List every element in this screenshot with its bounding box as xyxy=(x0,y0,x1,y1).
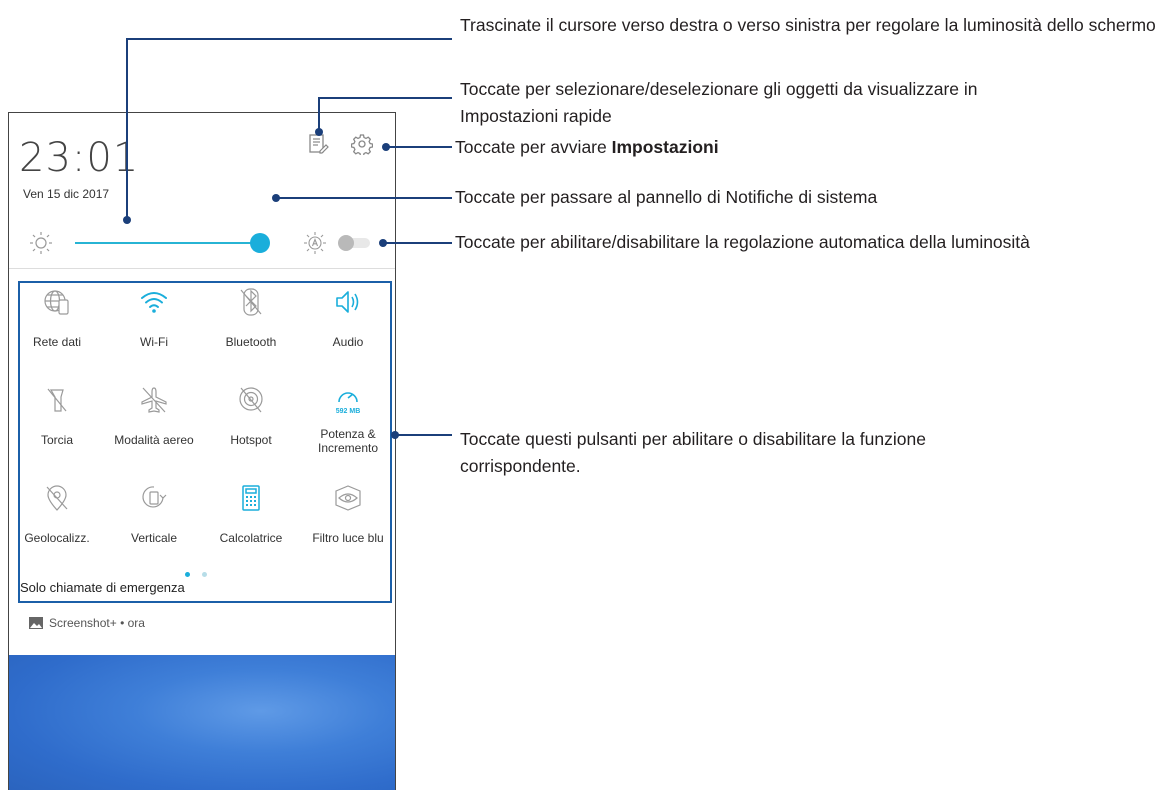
callout-line xyxy=(276,197,452,199)
airplane-off-icon xyxy=(141,387,167,413)
tile-label: Calcolatrice xyxy=(219,531,283,545)
tile-hotspot[interactable]: Hotspot xyxy=(203,385,299,447)
callout-settings-prefix: Toccate per avviare xyxy=(455,137,607,157)
callout-line xyxy=(318,97,320,131)
tile-label: Modalità aereo xyxy=(114,433,194,447)
callout-settings-bold: Impostazioni xyxy=(611,137,719,157)
callout-line xyxy=(383,242,452,244)
brightness-slider-track[interactable] xyxy=(75,242,260,244)
callout-line xyxy=(395,434,452,436)
page-dot-active[interactable] xyxy=(185,572,190,577)
tile-audio[interactable]: Audio xyxy=(300,287,395,349)
tile-label: Potenza & Incremento xyxy=(317,427,379,455)
boost-gauge-icon: 592 MB xyxy=(336,392,361,415)
tile-label: Verticale xyxy=(130,531,178,545)
callout-slider: Trascinate il cursore verso destra o ver… xyxy=(460,15,1156,35)
callout-settings: Toccate per avviare Impostazioni xyxy=(455,134,719,161)
wifi-icon xyxy=(141,292,167,313)
quick-settings-panel: 23:01 Ven 15 dic 2017 Rete dati Wi-Fi Bl… xyxy=(8,112,396,790)
callout-line xyxy=(126,38,452,40)
emergency-calls-text: Solo chiamate di emergenza xyxy=(20,580,185,595)
callout-dot xyxy=(382,143,390,151)
brightness-slider-knob[interactable] xyxy=(250,233,270,253)
edit-quick-settings-icon[interactable] xyxy=(307,133,329,155)
callout-dot xyxy=(315,128,323,136)
gear-icon[interactable] xyxy=(351,133,373,155)
notification-separator: • xyxy=(120,616,125,630)
boost-badge: 592 MB xyxy=(336,408,361,415)
tile-bluetooth[interactable]: Bluetooth xyxy=(203,287,299,349)
tile-filtro-luce-blu[interactable]: Filtro luce blu xyxy=(300,483,395,545)
callout-dot xyxy=(272,194,280,202)
callout-line xyxy=(386,146,452,148)
tile-label: Wi-Fi xyxy=(140,335,168,349)
callout-notifications: Toccate per passare al pannello di Notif… xyxy=(455,187,878,207)
rotation-lock-icon xyxy=(142,486,167,508)
callout-dot xyxy=(379,239,387,247)
tile-wifi[interactable]: Wi-Fi xyxy=(106,287,202,349)
speaker-icon xyxy=(336,291,359,313)
callout-line xyxy=(126,38,128,222)
tile-label: Torcia xyxy=(40,433,73,447)
location-off-icon xyxy=(46,485,68,511)
tile-rete-dati[interactable]: Rete dati xyxy=(9,287,105,349)
tile-verticale[interactable]: Verticale xyxy=(106,483,202,545)
callout-dot xyxy=(391,431,399,439)
notification-item[interactable]: Screenshot+ • ora xyxy=(29,616,145,630)
image-icon xyxy=(29,617,43,629)
callout-dot xyxy=(123,216,131,224)
callout-edit: Toccate per selezionare/deselezionare gl… xyxy=(460,79,978,126)
notification-time: ora xyxy=(127,616,145,630)
callout-tiles: Toccate questi pulsanti per abilitare o … xyxy=(460,429,926,476)
brightness-row xyxy=(9,231,395,257)
tile-label: Filtro luce blu xyxy=(312,531,384,545)
hotspot-off-icon xyxy=(239,387,263,413)
date: Ven 15 dic 2017 xyxy=(23,187,110,201)
tile-torcia[interactable]: Torcia xyxy=(9,385,105,447)
tile-label: Rete dati xyxy=(32,335,82,349)
tile-potenza-incremento[interactable]: 592 MB Potenza & Incremento xyxy=(300,385,395,455)
brightness-icon xyxy=(30,232,52,254)
toggle-knob xyxy=(338,235,354,251)
bluetooth-off-icon xyxy=(240,288,262,316)
page-dot[interactable] xyxy=(202,572,207,577)
notification-app: Screenshot+ xyxy=(49,616,117,630)
clock: 23:01 xyxy=(19,135,140,181)
calculator-icon xyxy=(242,485,260,511)
callout-auto-brightness: Toccate per abilitare/disabilitare la re… xyxy=(455,232,1030,252)
tile-geolocalizzazione[interactable]: Geolocalizz. xyxy=(9,483,105,545)
auto-brightness-icon xyxy=(304,232,326,254)
tile-calcolatrice[interactable]: Calcolatrice xyxy=(203,483,299,545)
mobile-data-icon xyxy=(44,290,69,315)
flashlight-off-icon xyxy=(47,388,67,412)
tile-label: Geolocalizz. xyxy=(24,531,90,545)
divider xyxy=(9,268,395,269)
tile-label: Audio xyxy=(332,335,364,349)
eye-filter-icon xyxy=(335,485,361,511)
page-indicator[interactable] xyxy=(185,564,219,582)
auto-brightness-toggle[interactable] xyxy=(336,235,372,251)
tile-label: Hotspot xyxy=(230,433,272,447)
tile-label: Bluetooth xyxy=(225,335,277,349)
tile-modalita-aereo[interactable]: Modalità aereo xyxy=(106,385,202,447)
wallpaper xyxy=(9,655,395,790)
callout-line xyxy=(318,97,452,99)
